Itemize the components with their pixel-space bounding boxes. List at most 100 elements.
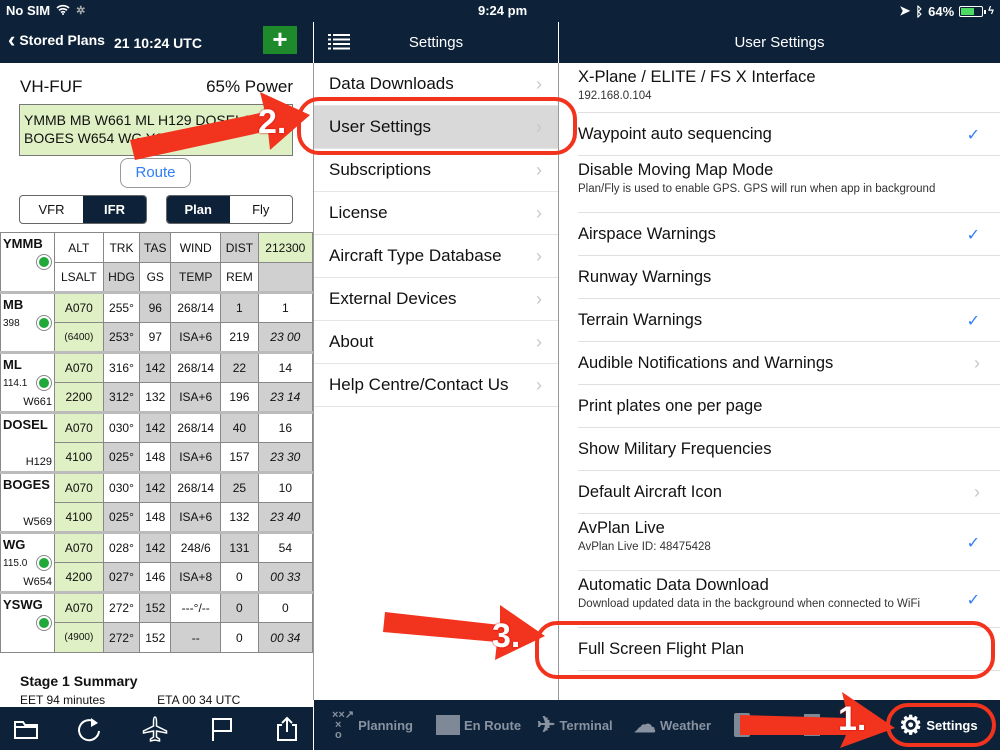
tab-text[interactable]: Text [734,700,780,750]
setting-full-screen-flight-plan[interactable]: Full Screen Flight Plan [578,628,1000,671]
menu-item-license[interactable]: License › [314,192,558,235]
checkmark-icon: ✓ [966,226,980,244]
menu-item-subscriptions[interactable]: Subscriptions › [314,149,558,192]
setting-avplan-live[interactable]: AvPlan Live AvPlan Live ID: 48475428 ✓ [578,514,1000,571]
waypoint-cell[interactable]: BOGES W569 [0,471,55,533]
airplane-icon[interactable] [141,715,169,743]
folder-icon[interactable] [12,715,40,743]
add-plan-button[interactable]: + [263,26,297,54]
setting-airspace-warnings[interactable]: Airspace Warnings ✓ [578,213,1000,256]
menu-item-aircraft-type-database[interactable]: Aircraft Type Database › [314,235,558,278]
setting-automatic-data-download[interactable]: Automatic Data Download Download updated … [578,571,1000,628]
leg-cell: 268/14 [170,411,222,443]
setting-disable-moving-map-mode[interactable]: Disable Moving Map Mode Plan/Fly is used … [578,156,1000,213]
menu-item-about[interactable]: About › [314,321,558,364]
waypoint-frequency: 115.0 [3,558,28,569]
power-setting[interactable]: 65% Power [206,77,293,97]
setting-subtitle: AvPlan Live ID: 48475428 [578,541,711,553]
setting-waypoint-auto-sequencing[interactable]: Waypoint auto sequencing ✓ [578,113,1000,156]
leg-cell[interactable]: A070 [54,411,104,443]
leg-cell[interactable]: A070 [54,471,104,503]
setting-x-plane-elite-fs-x-interface[interactable]: X-Plane / ELITE / FS X Interface 192.168.… [578,63,1000,113]
tab-en-route[interactable]: En Route [436,700,521,750]
waypoint-name: WG [3,537,26,552]
wifi-icon [56,3,70,18]
setting-show-military-frequencies[interactable]: Show Military Frequencies [578,428,1000,471]
leg-cell[interactable]: A070 [54,591,104,623]
setting-label: Show Military Frequencies [578,440,772,458]
settings-header: Settings [314,22,558,63]
ifr-option[interactable]: IFR [83,196,146,223]
setting-runway-warnings[interactable]: Runway Warnings [578,256,1000,299]
menu-item-data-downloads[interactable]: Data Downloads › [314,63,558,106]
header-cell: GS [139,262,172,293]
leg-cell: 10 [257,471,314,503]
leg-cell: ISA+8 [170,562,222,593]
menu-item-user-settings[interactable]: User Settings › [314,106,558,149]
waypoint-cell[interactable]: DOSEL H129 [0,411,55,473]
plan-fly-toggle: Plan Fly [166,195,293,224]
tab-label: Settings [926,717,978,733]
menu-item-label: License [329,203,388,222]
setting-default-aircraft-icon[interactable]: Default Aircraft Icon › [578,471,1000,514]
tab-settings[interactable]: ⚙ Settings [899,700,978,750]
tab-notam[interactable]: NOTAM [804,700,871,750]
departure-time-cell[interactable]: 212300 [257,232,314,263]
leg-cell: 025° [102,502,141,533]
leg-row: BOGES W569 A070 030° 142 268/14 25 10 [0,471,314,533]
chevron-right-icon: › [974,481,980,502]
leg-cell[interactable]: A070 [54,291,104,323]
setting-print-plates-one-per-page[interactable]: Print plates one per page [578,385,1000,428]
tab-label: Weather [660,717,712,733]
airway-label: W661 [23,396,52,408]
leg-cell[interactable]: A070 [54,531,104,563]
vfr-option[interactable]: VFR [20,196,83,223]
setting-terrain-warnings[interactable]: Terrain Warnings ✓ [578,299,1000,342]
header-cell: TAS [139,232,172,263]
leg-cell: (4900) [54,622,104,653]
leg-cell: 272° [102,622,141,653]
setting-label: Full Screen Flight Plan [578,640,744,658]
battery-icon [959,5,987,17]
menu-item-external-devices[interactable]: External Devices › [314,278,558,321]
leg-cell: 268/14 [170,351,222,383]
chevron-right-icon: › [974,352,980,373]
leg-cell: 4100 [54,442,104,473]
settings-menu: Data Downloads › User Settings › Subscriptio… [314,63,558,700]
tab-label: Text [754,717,780,733]
flag-icon[interactable] [208,715,236,743]
summary-eta: ETA 00 34 UTC [157,693,241,707]
tab-label: Terminal [559,717,613,733]
waypoint-cell[interactable]: YSWG [0,591,55,653]
leg-cell: 23 14 [257,382,314,413]
menu-item-help-centre-contact-us[interactable]: Help Centre/Contact Us › [314,364,558,407]
setting-audible-notifications-and-warnings[interactable]: Audible Notifications and Warnings › [578,342,1000,385]
waypoint-cell[interactable]: MB 398 [0,291,55,353]
fly-option[interactable]: Fly [230,196,293,223]
share-icon[interactable] [273,715,301,743]
route-button[interactable]: Route [120,158,191,188]
header-cell: TEMP [170,262,222,293]
setting-label: Audible Notifications and Warnings [578,354,834,372]
tab-terminal[interactable]: ✈ Terminal [537,700,613,750]
leg-row: DOSEL H129 A070 030° 142 268/14 40 16 [0,411,314,473]
waypoint-name: BOGES [3,477,50,492]
plan-option[interactable]: Plan [167,196,230,223]
waypoint-cell[interactable]: ML 114.1 W661 [0,351,55,413]
leg-cell: 0 [220,622,259,653]
setting-label: Runway Warnings [578,268,712,286]
back-button[interactable]: ‹ Stored Plans [8,29,105,51]
tab-planning[interactable]: ××↗ × o Planning [332,700,413,750]
route-text[interactable]: YMMB MB W661 ML H129 DOSEL W569 BOGES W6… [19,104,293,156]
document-icon [734,713,750,737]
leg-cell: 1 [220,291,259,323]
setting-label: Print plates one per page [578,397,763,415]
menu-item-label: Aircraft Type Database [329,246,502,265]
refresh-icon[interactable] [76,715,104,743]
leg-cell[interactable]: A070 [54,351,104,383]
tab-weather[interactable]: ☁ Weather [634,700,711,750]
waypoint-cell[interactable]: WG 115.0 W654 [0,531,55,593]
weather-icon: ☁ [634,712,656,737]
departure-cell[interactable]: YMMB [0,232,55,293]
aircraft-registration[interactable]: VH-FUF [20,77,82,97]
